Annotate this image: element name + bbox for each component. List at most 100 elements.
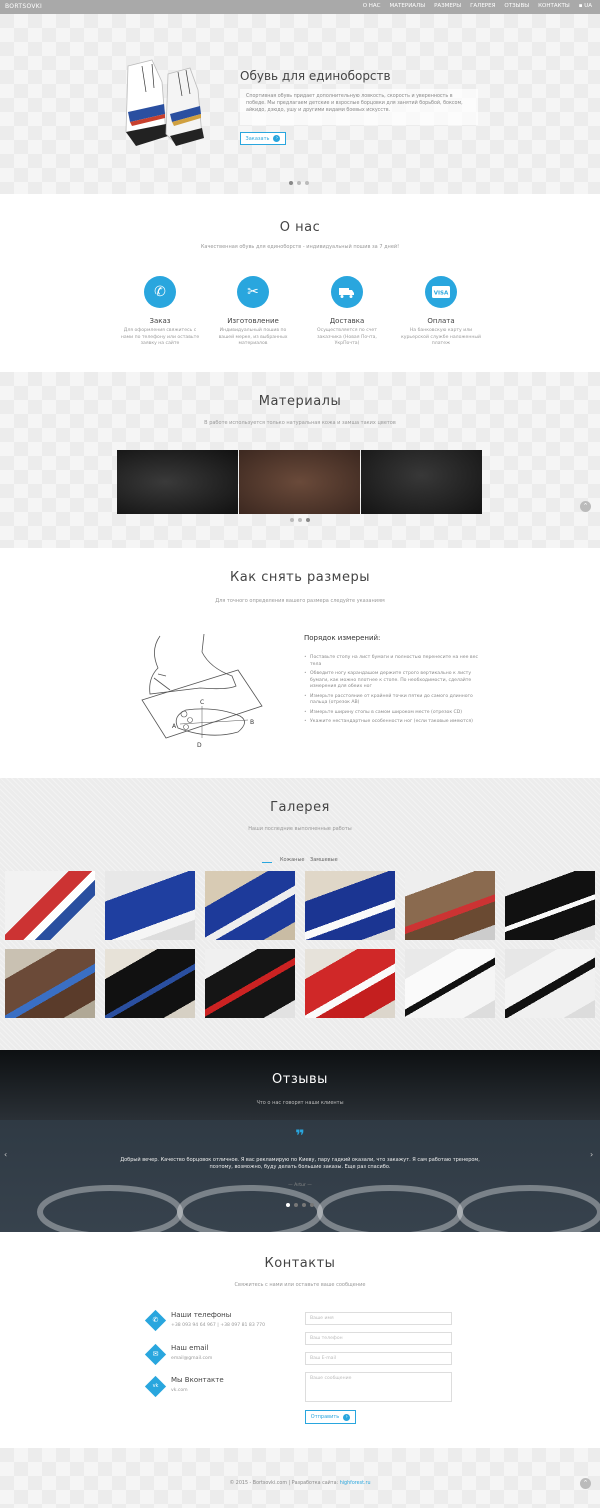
contact-vk-title: Мы Вконтакте xyxy=(171,1376,224,1384)
visa-icon: VISA xyxy=(425,276,457,308)
sizes-title: Как снять размеры xyxy=(230,570,370,585)
sizes-subtitle: Для точного определения вашего размера с… xyxy=(215,598,385,604)
nav-item-materials[interactable]: Материалы xyxy=(390,3,426,9)
list-item: Укажите нестандартные особенности ног (е… xyxy=(304,719,480,726)
gallery-item[interactable] xyxy=(105,949,195,1018)
chevron-up-icon: ⌃ xyxy=(582,1479,589,1487)
label-c: C xyxy=(200,699,204,706)
filter-suede[interactable]: Замшевые xyxy=(310,857,338,863)
hero-title: Обувь для единоборств xyxy=(240,69,391,83)
nav-item-contacts[interactable]: Контакты xyxy=(538,3,570,9)
contacts-title: Контакты xyxy=(264,1256,336,1271)
materials-title: Материалы xyxy=(258,394,342,409)
about-title: О нас xyxy=(279,220,321,235)
measure-steps-title: Порядок измерений: xyxy=(304,634,381,642)
language-switch[interactable]: ▪ UA xyxy=(579,3,592,9)
feature-delivery: Доставка Осуществляется по счет заказчик… xyxy=(307,276,387,348)
list-item: Измерьте ширину стопы в самом широком ме… xyxy=(304,710,480,717)
label-d: D xyxy=(197,742,202,749)
gallery-item[interactable] xyxy=(505,949,595,1018)
email-icon: ✉ xyxy=(144,1343,167,1366)
contacts-section: Контакты Свяжитесь с нами или оставьте в… xyxy=(0,1232,600,1448)
truck-icon xyxy=(331,276,363,308)
hero-shoes-image xyxy=(125,59,204,146)
gallery-item[interactable] xyxy=(5,949,95,1018)
arrow-right-icon: › xyxy=(343,1413,351,1421)
phone-icon: ✆ xyxy=(144,1309,167,1332)
vk-icon: vk xyxy=(144,1375,167,1398)
nav-item-gallery[interactable]: Галерея xyxy=(470,3,495,9)
reviews-subtitle: Что о нас говорят наши клиенты xyxy=(256,1100,344,1106)
gallery-item[interactable] xyxy=(405,871,495,940)
gallery-item[interactable] xyxy=(205,949,295,1018)
review-text: Добрый вечер. Качество борцовок отличное… xyxy=(120,1157,480,1170)
filter-leather[interactable]: Кожаные xyxy=(280,857,304,863)
nav-item-reviews[interactable]: Отзывы xyxy=(504,3,529,9)
nav-item-sizes[interactable]: Размеры xyxy=(434,3,461,9)
arrow-right-icon: › xyxy=(273,135,281,142)
label-b: B xyxy=(250,719,254,726)
contact-vk-value[interactable]: vk.com xyxy=(171,1388,188,1393)
material-swatch-brown[interactable] xyxy=(239,450,360,514)
developer-link[interactable]: highforest.ru xyxy=(340,1481,371,1486)
email-field[interactable]: Ваш E-mail xyxy=(305,1352,452,1365)
gallery-item[interactable] xyxy=(305,871,395,940)
gallery-item[interactable] xyxy=(105,871,195,940)
footer: © 2015 - Bortsovki.com | Разработка сайт… xyxy=(0,1448,600,1508)
reviews-title: Отзывы xyxy=(272,1072,328,1087)
gallery-item[interactable] xyxy=(505,871,595,940)
list-item: Обведите ногу карандашом держите строго … xyxy=(304,671,480,691)
contact-phones-value: +38 093 94 64 967 | +38 097 81 83 770 xyxy=(171,1323,265,1328)
hero-description: Спортивная обувь придает дополнительную … xyxy=(240,89,478,125)
svg-text:VISA: VISA xyxy=(434,291,449,297)
foot-measure-diagram: C A B D xyxy=(141,633,263,749)
material-swatch-dark[interactable] xyxy=(361,450,482,514)
materials-slider-dots[interactable] xyxy=(290,518,310,522)
top-navbar: BORTSOVKI О нас Материалы Размеры Галере… xyxy=(0,0,600,14)
gallery-item[interactable] xyxy=(405,949,495,1018)
filter-all[interactable] xyxy=(262,857,272,863)
phone-icon: ✆ xyxy=(144,276,176,308)
gallery-subtitle: Наши последние выполненные работы xyxy=(248,826,352,832)
olympic-rings-image xyxy=(37,1185,600,1232)
name-field[interactable]: Ваше имя xyxy=(305,1312,452,1325)
list-item: Поставьте стопу на лист бумаги и полност… xyxy=(304,655,480,668)
contact-phones-title: Наши телефоны xyxy=(171,1311,232,1319)
list-item: Измерьте расстояние от крайней точки пят… xyxy=(304,694,480,707)
order-button[interactable]: Заказать › xyxy=(240,132,286,145)
hero-slider: Обувь для единоборств Спортивная обувь п… xyxy=(0,14,600,194)
footer-copyright: © 2015 - Bortsovki.com | Разработка сайт… xyxy=(229,1481,371,1486)
prev-review-arrow[interactable]: ‹ xyxy=(4,1150,7,1159)
feature-order: ✆ Заказ Для оформления свяжитесь с нами … xyxy=(120,276,200,348)
scissors-icon: ✂ xyxy=(237,276,269,308)
nav-menu: О нас Материалы Размеры Галерея Отзывы К… xyxy=(363,3,592,9)
materials-subtitle: В работе используется только натуральная… xyxy=(204,420,396,426)
message-textarea[interactable]: Ваше сообщение xyxy=(305,1372,452,1402)
feature-production: ✂ Изготовление Индивидуальный пошив по в… xyxy=(213,276,293,348)
site-logo[interactable]: BORTSOVKI xyxy=(5,3,42,10)
gallery-item[interactable] xyxy=(305,949,395,1018)
about-subtitle: Качественная обувь для единоборств - инд… xyxy=(200,244,400,250)
chevron-up-icon: ⌃ xyxy=(582,502,589,510)
review-author: — Artur — xyxy=(288,1183,312,1188)
measure-steps-list: Поставьте стопу на лист бумаги и полност… xyxy=(304,655,480,729)
scroll-top-button[interactable]: ⌃ xyxy=(580,501,591,512)
contact-email-title: Наш email xyxy=(171,1344,209,1352)
reviews-section: Отзывы Что о нас говорят наши клиенты ❞ … xyxy=(0,1050,600,1232)
gallery-item[interactable] xyxy=(205,871,295,940)
about-section: О нас Качественная обувь для единоборств… xyxy=(0,194,600,372)
phone-field[interactable]: Ваш телефон xyxy=(305,1332,452,1345)
reviews-slider-dots[interactable] xyxy=(286,1203,314,1207)
scroll-top-button[interactable]: ⌃ xyxy=(580,1478,591,1489)
contacts-subtitle: Свяжитесь с нами или оставьте ваше сообщ… xyxy=(234,1282,366,1288)
sizes-section: Как снять размеры Для точного определени… xyxy=(0,548,600,778)
hero-slider-dots[interactable] xyxy=(289,181,309,185)
nav-item-about[interactable]: О нас xyxy=(363,3,381,9)
contact-email-value[interactable]: email@gmail.com xyxy=(171,1356,212,1361)
next-review-arrow[interactable]: › xyxy=(590,1150,593,1159)
quote-icon: ❞ xyxy=(295,1126,305,1145)
gallery-item[interactable] xyxy=(5,871,95,940)
material-swatch-black[interactable] xyxy=(117,450,238,514)
gallery-title: Галерея xyxy=(270,800,330,815)
send-button[interactable]: Отправить › xyxy=(305,1410,356,1424)
